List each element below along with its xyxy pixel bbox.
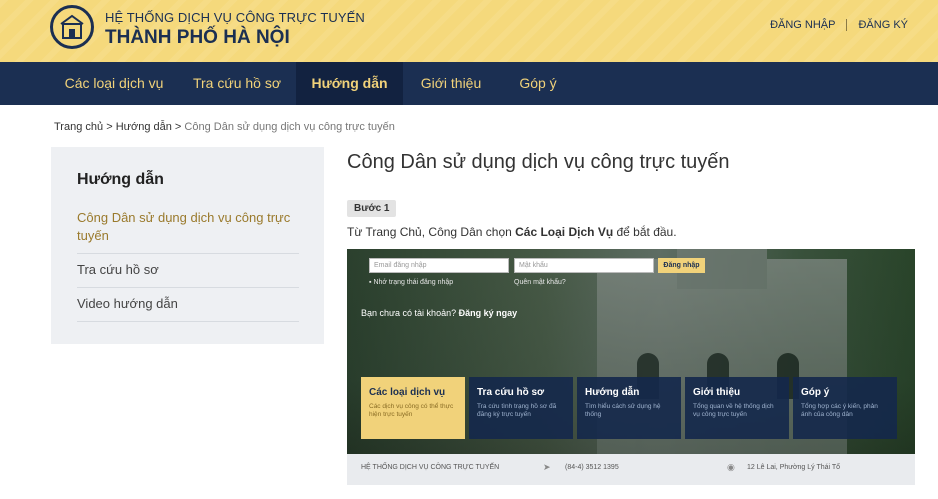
screenshot-footer: HỆ THỐNG DỊCH VỤ CÔNG TRỰC TUYẾN ➤ (84-4… <box>347 454 915 485</box>
nav-item-lookup[interactable]: Tra cứu hồ sơ <box>178 62 296 105</box>
breadcrumb-home[interactable]: Trang chủ <box>54 121 103 133</box>
step-description: Từ Trang Chủ, Công Dân chọn Các Loại Dịc… <box>347 225 677 239</box>
tile-title: Các loại dịch vụ <box>369 387 446 398</box>
screenshot-tile-guide: Hướng dẫn Tìm hiểu cách sử dụng hệ thống <box>577 377 681 439</box>
tutorial-screenshot: Email đăng nhập Mật khẩu Đăng nhập ▪ Nhớ… <box>347 249 915 485</box>
send-icon: ➤ <box>543 462 551 472</box>
breadcrumb-section[interactable]: Hướng dẫn <box>116 121 172 133</box>
main-nav: Các loại dịch vụ Tra cứu hồ sơ Hướng dẫn… <box>0 62 938 105</box>
footer-brand: HỆ THỐNG DỊCH VỤ CÔNG TRỰC TUYẾN <box>361 464 500 471</box>
tile-title: Hướng dẫn <box>585 387 640 398</box>
nav-item-services[interactable]: Các loại dịch vụ <box>50 62 178 105</box>
nav-item-about[interactable]: Giới thiệu <box>403 62 499 105</box>
footer-phone: (84-4) 3512 1395 <box>565 464 619 471</box>
location-pin-icon: ◉ <box>727 462 735 472</box>
tile-title: Góp ý <box>801 387 830 398</box>
brand-title[interactable]: THÀNH PHỐ HÀ NỘI <box>105 27 290 49</box>
step-badge: Bước 1 <box>347 200 397 217</box>
sidebar-title: Hướng dẫn <box>77 171 164 188</box>
breadcrumb-separator: > <box>106 121 113 133</box>
screenshot-password-input: Mật khẩu <box>514 258 654 273</box>
city-logo-icon[interactable] <box>50 5 94 49</box>
screenshot-tile-services: Các loại dịch vụ Các dịch vụ công có thể… <box>361 377 465 439</box>
tile-desc: Các dịch vụ công có thể thực hiện trực t… <box>369 403 454 418</box>
screenshot-remember: ▪ Nhớ trạng thái đăng nhập <box>369 279 454 286</box>
screenshot-signup: Bạn chưa có tài khoản? Đăng ký ngay <box>361 308 517 318</box>
brand-subtitle[interactable]: HỆ THỐNG DỊCH VỤ CÔNG TRỰC TUYẾN <box>105 10 365 25</box>
nav-item-guide[interactable]: Hướng dẫn <box>296 62 403 105</box>
login-link[interactable]: ĐĂNG NHẬP <box>770 19 835 31</box>
step-desc-text-end: để bắt đầu. <box>613 225 677 239</box>
auth-divider <box>846 19 848 31</box>
sidebar-item-video[interactable]: Video hướng dẫn <box>77 288 299 322</box>
breadcrumb: Trang chủ > Hướng dẫn > Công Dân sử dụng… <box>54 121 395 133</box>
screenshot-signup-text: Bạn chưa có tài khoản? <box>361 308 459 318</box>
tile-title: Tra cứu hồ sơ <box>477 387 545 398</box>
tile-desc: Tổng quan về hệ thống dịch vụ công trực … <box>693 403 774 418</box>
screenshot-tile-about: Giới thiệu Tổng quan về hệ thống dịch vụ… <box>685 377 789 439</box>
screenshot-email-input: Email đăng nhập <box>369 258 509 273</box>
step-desc-text: Từ Trang Chủ, Công Dân chọn <box>347 225 516 239</box>
footer-address: 12 Lê Lai, Phường Lý Thái Tổ <box>747 464 841 471</box>
tile-desc: Tìm hiểu cách sử dụng hệ thống <box>585 403 661 418</box>
screenshot-tile-feedback: Góp ý Tổng hợp các ý kiến, phản ánh của … <box>793 377 897 439</box>
tile-desc: Tra cứu tình trạng hồ sơ đã đăng ký trực… <box>477 403 557 418</box>
sidebar-item-citizen-guide[interactable]: Công Dân sử dụng dịch vụ công trực tuyến <box>77 209 299 254</box>
sidebar: Hướng dẫn Công Dân sử dụng dịch vụ công … <box>51 147 324 344</box>
screenshot-forgot: Quên mật khẩu? <box>514 279 566 286</box>
nav-item-feedback[interactable]: Góp ý <box>499 62 577 105</box>
screenshot-remember-text: Nhớ trạng thái đăng nhập <box>373 279 454 286</box>
screenshot-signup-link: Đăng ký ngay <box>458 308 518 318</box>
site-header: HỆ THỐNG DỊCH VỤ CÔNG TRỰC TUYẾN THÀNH P… <box>0 0 938 62</box>
screenshot-tile-lookup: Tra cứu hồ sơ Tra cứu tình trạng hồ sơ đ… <box>469 377 573 439</box>
auth-links: ĐĂNG NHẬP ĐĂNG KÝ <box>770 19 908 31</box>
screenshot-login-button: Đăng nhập <box>658 258 705 273</box>
tile-title: Giới thiệu <box>693 387 741 398</box>
tile-desc: Tổng hợp các ý kiến, phản ánh của công d… <box>801 403 878 418</box>
register-link[interactable]: ĐĂNG KÝ <box>858 19 908 31</box>
breadcrumb-separator: > <box>174 121 182 133</box>
breadcrumb-current: Công Dân sử dụng dịch vụ công trực tuyến <box>184 121 395 133</box>
sidebar-item-lookup[interactable]: Tra cứu hồ sơ <box>77 254 299 288</box>
step-desc-highlight: Các Loại Dịch Vụ <box>515 225 614 239</box>
page-title: Công Dân sử dụng dịch vụ công trực tuyến <box>347 151 730 173</box>
